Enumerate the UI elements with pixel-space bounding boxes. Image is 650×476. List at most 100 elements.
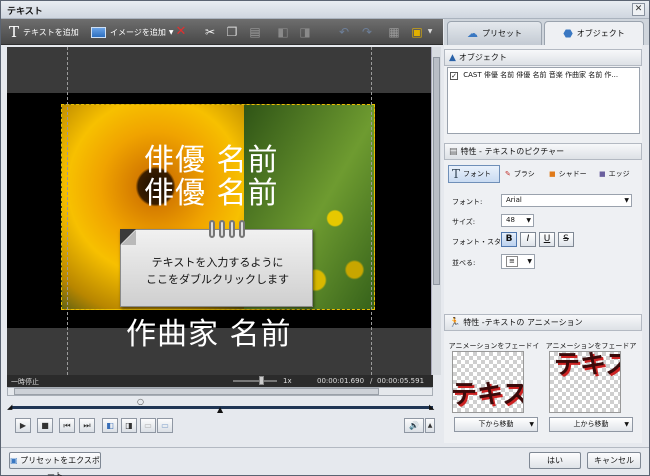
speed-value: 1x [283, 377, 292, 385]
safe-area-guide-left [67, 47, 68, 375]
shadow-icon: ■ [549, 170, 556, 178]
tab-object[interactable]: ⬣ オブジェクト [544, 21, 644, 45]
tab-shadow[interactable]: ■ シャドー [546, 165, 590, 183]
chevron-down-icon: ▼ [527, 258, 532, 265]
strikethrough-button[interactable]: S [558, 232, 574, 247]
align-label: 並べる: [452, 259, 476, 267]
move-left-button[interactable]: ▭ [140, 418, 156, 433]
copy-icon[interactable]: ❐ [224, 24, 240, 40]
align-value: ≡ [506, 256, 518, 267]
fade-out-value: 上から移動 [573, 420, 609, 428]
timeline-end-marker[interactable]: ◣ [429, 403, 434, 411]
font-select[interactable]: Arial ▼ [501, 194, 632, 207]
note-fold-shade [121, 230, 136, 245]
grid-icon[interactable]: ▦ [386, 24, 402, 40]
fade-in-preview[interactable]: テキスト [452, 351, 524, 413]
previous-frame-button[interactable]: ⏮ [59, 418, 75, 433]
set-start-button[interactable]: ◧ [102, 418, 118, 433]
object-list[interactable]: ✓ CAST 俳優 名前 俳優 名前 音楽 作曲家 名前 作... [447, 67, 640, 134]
playhead-icon[interactable]: ▲ [217, 405, 223, 414]
size-select[interactable]: 48 ▼ [501, 214, 534, 227]
tab-brush[interactable]: ✎ ブラシ [502, 165, 538, 183]
undo-icon[interactable]: ↶ [336, 24, 352, 40]
bold-button[interactable]: B [501, 232, 517, 247]
timeline-start-marker[interactable]: ◢ [7, 403, 12, 411]
stop-button[interactable]: ■ [37, 418, 53, 433]
animation-header-icon: 🏃 [449, 317, 461, 328]
set-end-button[interactable]: ◨ [121, 418, 137, 433]
total-time: 00:00:05.591 [377, 377, 425, 385]
cancel-button[interactable]: キャンセル [587, 452, 641, 469]
object-checkbox[interactable]: ✓ [450, 72, 458, 80]
volume-dropdown-icon[interactable]: ▲ [425, 418, 435, 433]
text-editor-window: テキスト ✕ T テキストを追加 イメージを追加 ▼ ✕ ✂ ❐ ▤ ◧ ◨ ↶… [0, 0, 650, 476]
caption-line-2[interactable]: 俳優 名前 [144, 168, 279, 212]
size-label: サイズ: [452, 218, 476, 226]
object-icon: ⬣ [563, 27, 573, 40]
current-time: 00:00:01.690 [317, 377, 365, 385]
fade-in-select[interactable]: 下から移動 ▼ [454, 417, 538, 432]
send-backward-icon[interactable]: ◨ [297, 24, 313, 40]
speed-slider[interactable] [233, 380, 277, 382]
font-label: フォント: [452, 198, 483, 206]
tab-brush-label: ブラシ [513, 170, 535, 178]
add-text-button[interactable]: T テキストを追加 [9, 23, 79, 41]
tab-edge[interactable]: ■ エッジ [596, 165, 633, 183]
timeline-marker-icon[interactable]: ○ [137, 397, 144, 406]
align-select[interactable]: ≡ ▼ [501, 254, 535, 269]
redo-icon[interactable]: ↷ [359, 24, 375, 40]
tab-preset[interactable]: ☁ プリセット [447, 21, 542, 45]
list-item[interactable]: ✓ CAST 俳優 名前 俳優 名前 音楽 作曲家 名前 作... [450, 70, 638, 81]
delete-icon[interactable]: ✕ [173, 24, 189, 40]
italic-button[interactable]: I [520, 232, 536, 247]
preview-horizontal-scrollbar[interactable] [7, 387, 433, 396]
size-select-value: 48 [506, 216, 515, 224]
properties-header-icon: ▤ [449, 146, 458, 157]
properties-header: ▤ 特性 - テキストのピクチャー [444, 143, 642, 160]
chevron-down-icon: ▼ [529, 421, 534, 428]
font-icon: T [452, 167, 461, 181]
bring-forward-icon[interactable]: ◧ [275, 24, 291, 40]
caption-line-3[interactable]: 作曲家 名前 [126, 309, 292, 353]
animation-header: 🏃 特性 -テキストの アニメーション [444, 314, 642, 331]
ok-button[interactable]: はい [529, 452, 581, 469]
edge-icon: ■ [599, 170, 606, 178]
title-bar: テキスト ✕ [1, 1, 649, 19]
next-frame-button[interactable]: ⏭ [79, 418, 95, 433]
preview-vertical-scrollbar[interactable] [431, 47, 441, 375]
text-entry-note[interactable]: テキストを入力するように ここをダブルクリックします [120, 220, 313, 307]
add-image-label: イメージを追加 [110, 27, 166, 37]
hscroll-thumb[interactable] [14, 388, 379, 395]
panel-tabs: ☁ プリセット ⬣ オブジェクト [444, 19, 649, 45]
object-label: CAST 俳優 名前 俳優 名前 音楽 作曲家 名前 作... [463, 71, 619, 79]
add-image-button[interactable]: イメージを追加 ▼ [91, 23, 173, 41]
play-button[interactable]: ▶ [15, 418, 31, 433]
tab-shadow-label: シャドー [558, 170, 587, 178]
tab-font[interactable]: T フォント [448, 165, 500, 183]
toolbar: T テキストを追加 イメージを追加 ▼ ✕ ✂ ❐ ▤ ◧ ◨ ↶ ↷ ▦ ▣ … [1, 19, 443, 45]
speed-slider-thumb[interactable] [259, 376, 264, 385]
background-dropdown-icon[interactable]: ▼ [425, 24, 435, 40]
cut-icon[interactable]: ✂ [202, 24, 218, 40]
underline-button[interactable]: U [539, 232, 555, 247]
timeline[interactable]: ○ ◢ ▲ ◣ [7, 397, 435, 414]
time-separator: / [370, 377, 373, 385]
preview-area: 俳優 名前 俳優 名前 作曲家 名前 テキストを入力するように ここをダブルクリ… [7, 47, 441, 375]
volume-button[interactable]: 🔊 [404, 418, 424, 433]
background-icon[interactable]: ▣ [409, 24, 425, 40]
paste-icon[interactable]: ▤ [247, 24, 263, 40]
note-line-1: テキストを入力するように [151, 256, 284, 269]
add-text-label: テキストを追加 [23, 27, 79, 37]
fade-out-select[interactable]: 上から移動 ▼ [549, 417, 633, 432]
move-right-button[interactable]: ▭ [157, 418, 173, 433]
tab-preset-label: プリセット [482, 29, 522, 38]
fade-out-preview[interactable]: テキスト [549, 351, 621, 413]
scrollbar-thumb[interactable] [433, 57, 440, 285]
export-preset-button[interactable]: ▣ プリセットをエクスポート [9, 452, 101, 476]
note-line-2: ここをダブルクリックします [146, 273, 289, 286]
close-button[interactable]: ✕ [632, 3, 645, 16]
fade-out-preview-text: テキスト [554, 351, 620, 380]
fade-in-value: 下から移動 [478, 420, 514, 428]
chevron-down-icon: ▼ [624, 421, 629, 428]
tab-font-label: フォント [463, 170, 492, 178]
